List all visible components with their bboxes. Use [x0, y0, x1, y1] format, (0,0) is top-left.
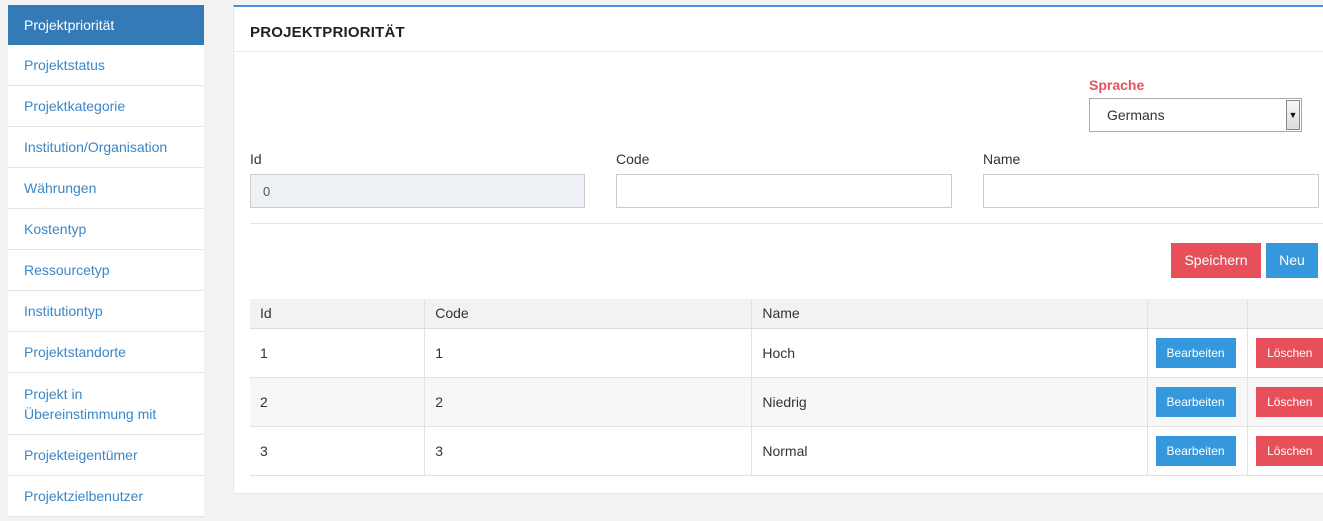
column-header-delete — [1247, 299, 1323, 329]
cell-delete: Löschen — [1247, 426, 1323, 475]
name-field[interactable] — [983, 174, 1319, 208]
cell-id: 3 — [260, 442, 268, 459]
table-header-row: Id Code Name — [250, 299, 1323, 329]
cell-name: Niedrig — [751, 377, 1148, 426]
sidebar-item-waehrungen[interactable]: Währungen — [8, 168, 204, 209]
language-selected-value: Germans — [1107, 107, 1165, 123]
column-header-code: Code — [424, 299, 752, 329]
main-panel: PROJEKTPRIORITÄT Sprache Germans ▼ Id Co… — [233, 5, 1323, 494]
edit-button[interactable]: Bearbeiten — [1155, 435, 1236, 466]
cell-delete: Löschen — [1247, 328, 1323, 377]
table-row: 3 3 Normal Bearbeiten Löschen — [250, 426, 1323, 475]
cell-name: Normal — [751, 426, 1148, 475]
delete-button[interactable]: Löschen — [1256, 435, 1323, 466]
cell-code: 2 — [424, 377, 752, 426]
cell-edit: Bearbeiten — [1146, 377, 1248, 426]
name-label: Name — [983, 151, 1021, 167]
cell-edit: Bearbeiten — [1146, 328, 1248, 377]
language-label: Sprache — [1089, 77, 1145, 93]
cell-id: 2 — [260, 393, 268, 410]
page-title: PROJEKTPRIORITÄT — [250, 24, 405, 41]
sidebar-nav: Projektpriorität Projektstatus Projektka… — [8, 5, 204, 517]
sidebar-item-kostentyp[interactable]: Kostentyp — [8, 209, 204, 250]
sidebar-item-institution-organisation[interactable]: Institution/Organisation — [8, 127, 204, 168]
save-button[interactable]: Speichern — [1171, 243, 1261, 278]
code-label: Code — [616, 151, 650, 167]
code-field[interactable] — [616, 174, 952, 208]
sidebar-item-projektstatus[interactable]: Projektstatus — [8, 45, 204, 86]
table-row: 2 2 Niedrig Bearbeiten Löschen — [250, 377, 1323, 426]
id-field[interactable] — [250, 174, 585, 208]
delete-button[interactable]: Löschen — [1256, 337, 1323, 368]
sidebar-item-institutiontyp[interactable]: Institutiontyp — [8, 291, 204, 332]
sidebar-item-projektkategorie[interactable]: Projektkategorie — [8, 86, 204, 127]
title-divider — [234, 51, 1323, 52]
id-label: Id — [250, 151, 262, 167]
cell-code: 1 — [424, 328, 752, 377]
sidebar-item-projektprioritaet[interactable]: Projektpriorität — [8, 5, 204, 45]
cell-code: 3 — [424, 426, 752, 475]
new-button[interactable]: Neu — [1266, 243, 1318, 278]
table-row: 1 1 Hoch Bearbeiten Löschen — [250, 328, 1323, 377]
delete-button[interactable]: Löschen — [1256, 386, 1323, 417]
edit-button[interactable]: Bearbeiten — [1155, 337, 1236, 368]
sidebar-item-ressourcetyp[interactable]: Ressourcetyp — [8, 250, 204, 291]
sidebar-item-projekteigentuemer[interactable]: Projekteigentümer — [8, 435, 204, 476]
column-header-id: Id — [250, 299, 425, 329]
column-header-edit — [1146, 299, 1248, 329]
language-select[interactable]: Germans ▼ — [1089, 98, 1302, 132]
chevron-down-icon[interactable]: ▼ — [1286, 100, 1300, 130]
edit-button[interactable]: Bearbeiten — [1155, 386, 1236, 417]
sidebar-item-projekt-uebereinstimmung[interactable]: Projekt in Übereinstimmung mit — [8, 373, 204, 435]
sidebar-item-projektstandorte[interactable]: Projektstandorte — [8, 332, 204, 373]
cell-name: Hoch — [751, 328, 1148, 377]
sidebar-item-projektzielbenutzer[interactable]: Projektzielbenutzer — [8, 476, 204, 517]
cell-delete: Löschen — [1247, 377, 1323, 426]
cell-edit: Bearbeiten — [1146, 426, 1248, 475]
cell-id: 1 — [260, 344, 268, 361]
form-divider — [250, 223, 1323, 224]
priority-table: Id Code Name 1 1 Hoch Bearbeiten Löschen… — [250, 299, 1323, 476]
column-header-name: Name — [751, 299, 1148, 329]
